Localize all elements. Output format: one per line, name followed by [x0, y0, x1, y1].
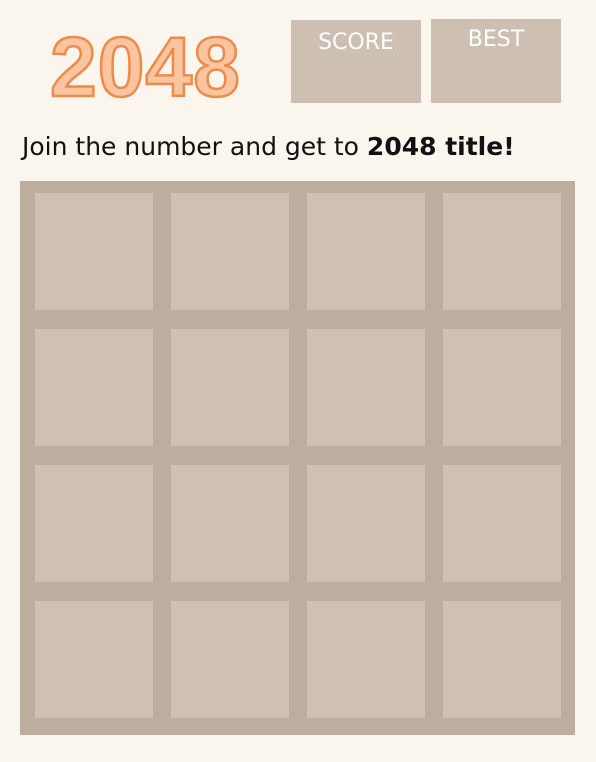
grid-cell: [307, 601, 425, 718]
grid-cell: [443, 193, 561, 310]
grid-cell: [35, 465, 153, 582]
score-box: SCORE: [291, 20, 421, 103]
grid-cell: [171, 329, 289, 446]
grid-cell: [35, 193, 153, 310]
grid-cell: [307, 329, 425, 446]
grid-cell: [35, 601, 153, 718]
intro-emphasis: 2048 title!: [366, 132, 515, 161]
intro-text: Join the number and get to: [22, 132, 367, 161]
grid-cell: [35, 329, 153, 446]
grid-cell: [443, 601, 561, 718]
grid-cell: [307, 465, 425, 582]
grid-cell: [171, 465, 289, 582]
score-label: SCORE: [318, 30, 394, 55]
grid-cell: [171, 193, 289, 310]
grid-cell: [443, 329, 561, 446]
game-logo: 2048: [49, 20, 241, 114]
best-label: BEST: [467, 27, 525, 52]
grid-cell: [443, 465, 561, 582]
game-intro-text: Join the number and get to 2048 title!: [22, 130, 515, 164]
grid-cell: [307, 193, 425, 310]
game-board[interactable]: [20, 181, 575, 735]
grid-cell: [171, 601, 289, 718]
best-score-box: BEST: [431, 19, 561, 103]
